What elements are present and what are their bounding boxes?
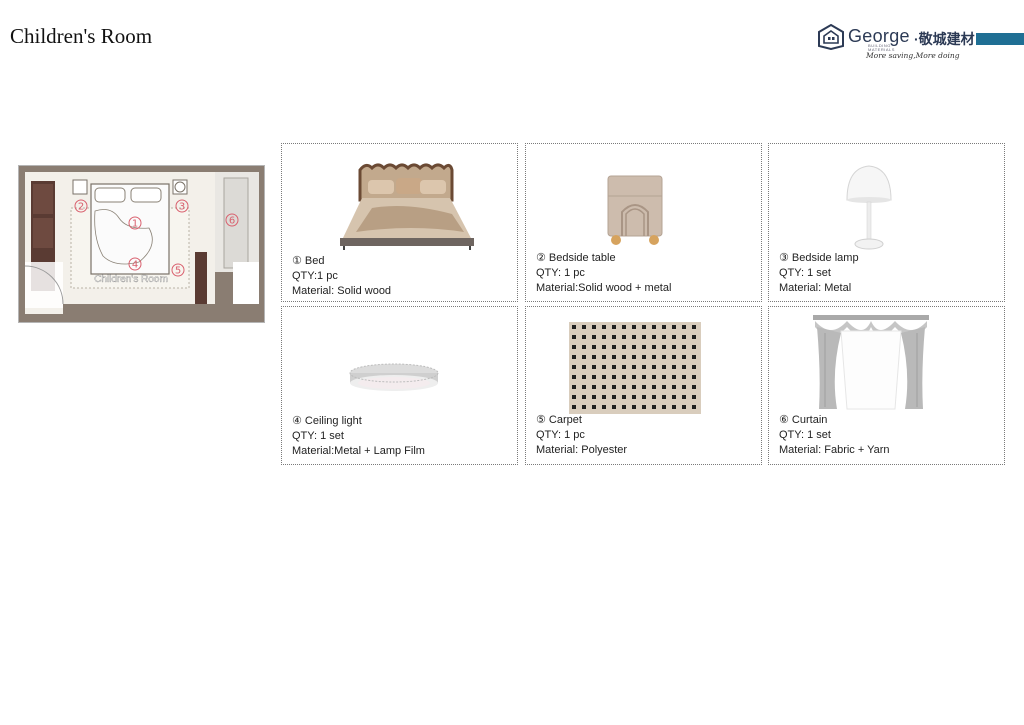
product-qty: QTY: 1 set (292, 430, 344, 442)
house-logo-icon (818, 24, 844, 50)
logo-slogan: More saving,More doing (866, 51, 960, 60)
product-material: Material: Solid wood (292, 285, 392, 297)
product-material: Material: Metal (779, 282, 852, 294)
product-info: ① Bed QTY:1 pc Material: Solid wood (292, 254, 391, 299)
floor-plan: 1 2 3 4 5 6 Children's Room (18, 165, 265, 323)
product-card-curtain: ⑥ Curtain QTY: 1 set Material: Fabric + … (768, 306, 1005, 465)
company-logo: George ·敬城建材 BUILDING MATERIALS More sav… (818, 22, 1024, 66)
lamp-image (846, 165, 892, 250)
product-material: Material:Solid wood + metal (536, 282, 672, 294)
marker-3: 3 (179, 202, 185, 213)
logo-brand-cn: ·敬城建材 (914, 31, 975, 47)
product-material: Material: Polyester (536, 444, 628, 456)
product-name: ④ Ceiling light (292, 415, 362, 427)
product-info: ⑥ Curtain QTY: 1 set Material: Fabric + … (779, 413, 890, 458)
curtain-image (813, 315, 929, 410)
carpet-image (569, 322, 701, 414)
ceiling-light-image (349, 363, 439, 391)
bed-image (340, 163, 474, 250)
page-title: Children's Room (10, 24, 153, 48)
product-name: ① Bed (292, 255, 325, 267)
logo-accent-bar (976, 33, 1024, 45)
room-label: Children's Room (94, 274, 168, 285)
product-qty: QTY: 1 set (779, 429, 831, 441)
product-name: ⑥ Curtain (779, 414, 828, 426)
product-qty: QTY: 1 pc (536, 267, 585, 279)
product-qty: QTY: 1 set (779, 267, 831, 279)
product-material: Material:Metal + Lamp Film (292, 445, 425, 457)
floor-plan-drawing: 1 2 3 4 5 6 Children's Room (19, 166, 264, 322)
product-name: ③ Bedside lamp (779, 252, 859, 264)
product-card-bedside-table: ② Bedside table QTY: 1 pc Material:Solid… (525, 143, 762, 302)
marker-4: 4 (132, 260, 138, 271)
marker-5: 5 (175, 266, 181, 277)
product-info: ④ Ceiling light QTY: 1 set Material:Meta… (292, 414, 425, 459)
product-qty: QTY:1 pc (292, 270, 338, 282)
bedside-table-image (607, 175, 663, 245)
marker-1: 1 (132, 219, 138, 230)
product-info: ③ Bedside lamp QTY: 1 set Material: Meta… (779, 251, 859, 296)
marker-2: 2 (78, 202, 84, 213)
marker-6: 6 (229, 216, 235, 227)
product-material: Material: Fabric + Yarn (779, 444, 890, 456)
product-info: ② Bedside table QTY: 1 pc Material:Solid… (536, 251, 671, 296)
product-qty: QTY: 1 pc (536, 429, 585, 441)
product-card-carpet: ⑤ Carpet QTY: 1 pc Material: Polyester (525, 306, 762, 465)
product-name: ⑤ Carpet (536, 414, 582, 426)
product-card-bedside-lamp: ③ Bedside lamp QTY: 1 set Material: Meta… (768, 143, 1005, 302)
product-info: ⑤ Carpet QTY: 1 pc Material: Polyester (536, 413, 627, 458)
product-card-ceiling-light: ④ Ceiling light QTY: 1 set Material:Meta… (281, 306, 518, 465)
product-card-bed: ① Bed QTY:1 pc Material: Solid wood (281, 143, 518, 302)
product-name: ② Bedside table (536, 252, 616, 264)
